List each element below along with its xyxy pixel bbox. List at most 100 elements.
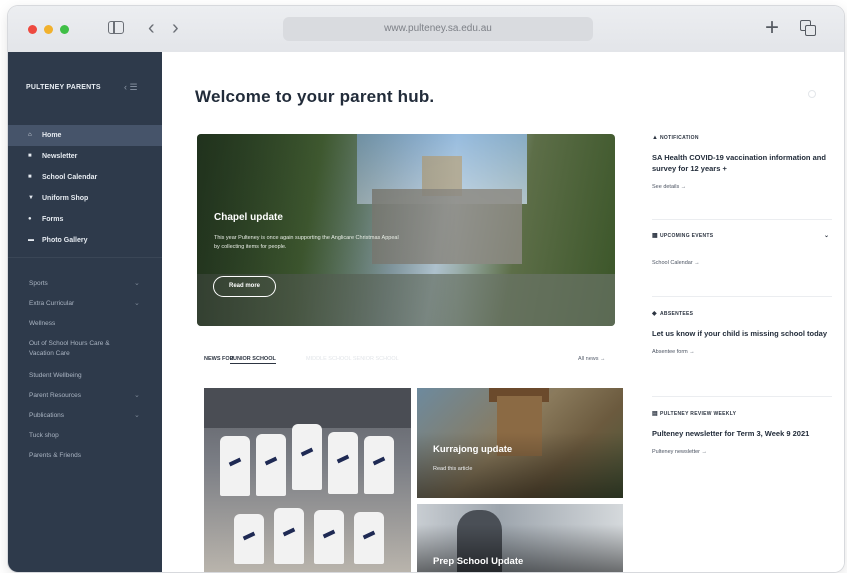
- hero-banner[interactable]: Chapel update This year Pulteney is once…: [197, 134, 615, 326]
- absentees-block: ◆ ABSENTEES Let us know if your child is…: [652, 310, 832, 355]
- sidebar-item-oshc[interactable]: Out of School Hours Care & Vacation Care: [8, 334, 128, 366]
- sidebar-item-photo-gallery[interactable]: ▬ Photo Gallery: [8, 230, 162, 251]
- sidebar-item-publications[interactable]: Publications ⌄: [8, 406, 162, 426]
- user-icon: ◆: [652, 311, 657, 317]
- news-card-sport-team[interactable]: [204, 388, 411, 572]
- all-news-link[interactable]: All news →: [578, 356, 606, 362]
- browser-toolbar: ‹ › www.pulteney.sa.edu.au +: [8, 6, 844, 53]
- review-heading: ▤ PULTENEY REVIEW WEEKLY: [652, 410, 832, 418]
- school-calendar-link[interactable]: School Calendar →: [652, 260, 832, 266]
- photo-figure: [234, 514, 264, 564]
- chevron-down-icon: ⌄: [134, 412, 140, 419]
- sidebar-item-label: Uniform Shop: [42, 195, 89, 202]
- back-arrow-icon[interactable]: ‹: [148, 16, 155, 40]
- browser-window: ‹ › www.pulteney.sa.edu.au + PULTENEY PA…: [8, 6, 844, 572]
- photo-figure: [364, 436, 394, 494]
- card-subtitle: Read this article: [433, 466, 473, 472]
- sidebar-item-label: Parents & Friends: [29, 452, 82, 459]
- form-icon: ●: [28, 216, 32, 222]
- notification-body[interactable]: SA Health COVID-19 vaccination informati…: [652, 152, 832, 174]
- hero-title: Chapel update: [214, 212, 283, 223]
- pulteney-newsletter-link[interactable]: Pulteney newsletter →: [652, 449, 832, 455]
- card-title: Prep School Update: [433, 556, 524, 567]
- sidebar-item-sports[interactable]: Sports ⌄: [8, 274, 162, 294]
- sidebar-item-home[interactable]: ⌂ Home: [8, 125, 162, 146]
- sidebar-item-forms[interactable]: ● Forms: [8, 209, 162, 230]
- photo-figure: [274, 508, 304, 564]
- zoom-window-button[interactable]: [60, 25, 69, 34]
- news-card-kurrajong[interactable]: Kurrajong update Read this article: [417, 388, 623, 498]
- search-icon[interactable]: [808, 90, 816, 98]
- notification-block: ▲ NOTIFICATION SA Health COVID-19 vaccin…: [652, 134, 832, 190]
- sidebar-item-uniform-shop[interactable]: ▼ Uniform Shop: [8, 188, 162, 209]
- sidebar-toggle-icon[interactable]: [108, 21, 124, 34]
- absentees-heading: ◆ ABSENTEES: [652, 310, 832, 318]
- address-bar[interactable]: www.pulteney.sa.edu.au: [283, 17, 593, 41]
- card-title: Kurrajong update: [433, 444, 513, 455]
- minimize-window-button[interactable]: [44, 25, 53, 34]
- close-window-button[interactable]: [28, 25, 37, 34]
- sidebar-item-label: Photo Gallery: [42, 237, 88, 244]
- sidebar-item-label: Out of School Hours Care & Vacation Care: [29, 340, 110, 357]
- calendar-icon: ■: [28, 174, 32, 180]
- sidebar-item-school-calendar[interactable]: ■ School Calendar: [8, 167, 162, 188]
- absentee-form-link[interactable]: Absentee form →: [652, 349, 832, 355]
- calendar-icon: ▦: [652, 233, 658, 239]
- sidebar-item-label: Tuck shop: [29, 432, 59, 439]
- sidebar-item-parent-resources[interactable]: Parent Resources ⌄: [8, 386, 162, 406]
- tab-overview-icon[interactable]: [800, 20, 816, 36]
- sidebar-item-student-wellbeing[interactable]: Student Wellbeing: [8, 366, 162, 386]
- events-heading: ▦ UPCOMING EVENTS ⌄: [652, 232, 832, 240]
- events-heading-text: UPCOMING EVENTS: [660, 233, 714, 239]
- hero-text: This year Pulteney is once again support…: [214, 235, 399, 250]
- photo-figure: [354, 512, 384, 564]
- news-filter-bar: NEWS FOR JUNIOR SCHOOL MIDDLE SCHOOL SEN…: [204, 356, 622, 368]
- photo-figure: [220, 436, 250, 496]
- news-card-prep-school[interactable]: Prep School Update: [417, 504, 623, 572]
- sidebar-item-label: Parent Resources: [29, 392, 82, 399]
- book-icon: ▤: [652, 411, 658, 417]
- absentees-body[interactable]: Let us know if your child is missing sch…: [652, 328, 832, 339]
- secondary-nav: Sports ⌄ Extra Curricular ⌄ Wellness Out…: [8, 274, 162, 466]
- sidebar-item-extra-curricular[interactable]: Extra Curricular ⌄: [8, 294, 162, 314]
- hero-overlay: [197, 134, 457, 326]
- right-separator: [652, 296, 832, 297]
- sidebar-item-label: Sports: [29, 280, 48, 287]
- notification-heading: ▲ NOTIFICATION: [652, 134, 832, 142]
- chevron-down-icon[interactable]: ⌄: [824, 232, 829, 240]
- read-more-button[interactable]: Read more: [213, 276, 276, 297]
- sidebar-item-wellness[interactable]: Wellness: [8, 314, 162, 334]
- photo-figure: [292, 424, 322, 490]
- review-weekly-block: ▤ PULTENEY REVIEW WEEKLY Pulteney newsle…: [652, 410, 832, 455]
- sidebar-item-label: Student Wellbeing: [29, 372, 82, 379]
- sidebar-item-tuck-shop[interactable]: Tuck shop: [8, 426, 162, 446]
- tshirt-icon: ▼: [28, 195, 34, 201]
- sidebar-item-newsletter[interactable]: ■ Newsletter: [8, 146, 162, 167]
- photo-icon: ▬: [28, 237, 34, 243]
- see-details-link[interactable]: See details →: [652, 184, 832, 190]
- brand-title: PULTENEY PARENTS: [26, 84, 101, 91]
- sidebar: PULTENEY PARENTS ‹ ☰ ⌂ Home ■ Newsletter…: [8, 52, 162, 572]
- right-separator: [652, 396, 832, 397]
- absentees-heading-text: ABSENTEES: [660, 311, 694, 317]
- primary-nav: ⌂ Home ■ Newsletter ■ School Calendar ▼ …: [8, 125, 162, 251]
- collapse-sidebar-icon[interactable]: ‹ ☰: [124, 82, 138, 93]
- sidebar-item-label: Home: [42, 132, 62, 139]
- sidebar-item-label: Extra Curricular: [29, 300, 75, 307]
- review-body[interactable]: Pulteney newsletter for Term 3, Week 9 2…: [652, 428, 832, 439]
- tab-other-schools[interactable]: MIDDLE SCHOOL SENIOR SCHOOL: [306, 356, 399, 362]
- sidebar-item-label: Newsletter: [42, 153, 78, 160]
- newspaper-icon: ■: [28, 153, 32, 159]
- notification-heading-text: NOTIFICATION: [660, 135, 699, 141]
- sidebar-divider: [8, 257, 162, 258]
- bell-icon: ▲: [652, 135, 659, 141]
- card-overlay: [417, 388, 623, 498]
- tab-junior-school[interactable]: JUNIOR SCHOOL: [230, 356, 276, 364]
- photo-figure: [328, 432, 358, 494]
- new-tab-icon[interactable]: +: [765, 14, 779, 42]
- sidebar-item-label: Forms: [42, 216, 64, 223]
- main-content: Welcome to your parent hub. Chapel updat…: [162, 52, 844, 572]
- forward-arrow-icon[interactable]: ›: [172, 16, 179, 40]
- photo-figure: [314, 510, 344, 564]
- sidebar-item-parents-friends[interactable]: Parents & Friends: [8, 446, 162, 466]
